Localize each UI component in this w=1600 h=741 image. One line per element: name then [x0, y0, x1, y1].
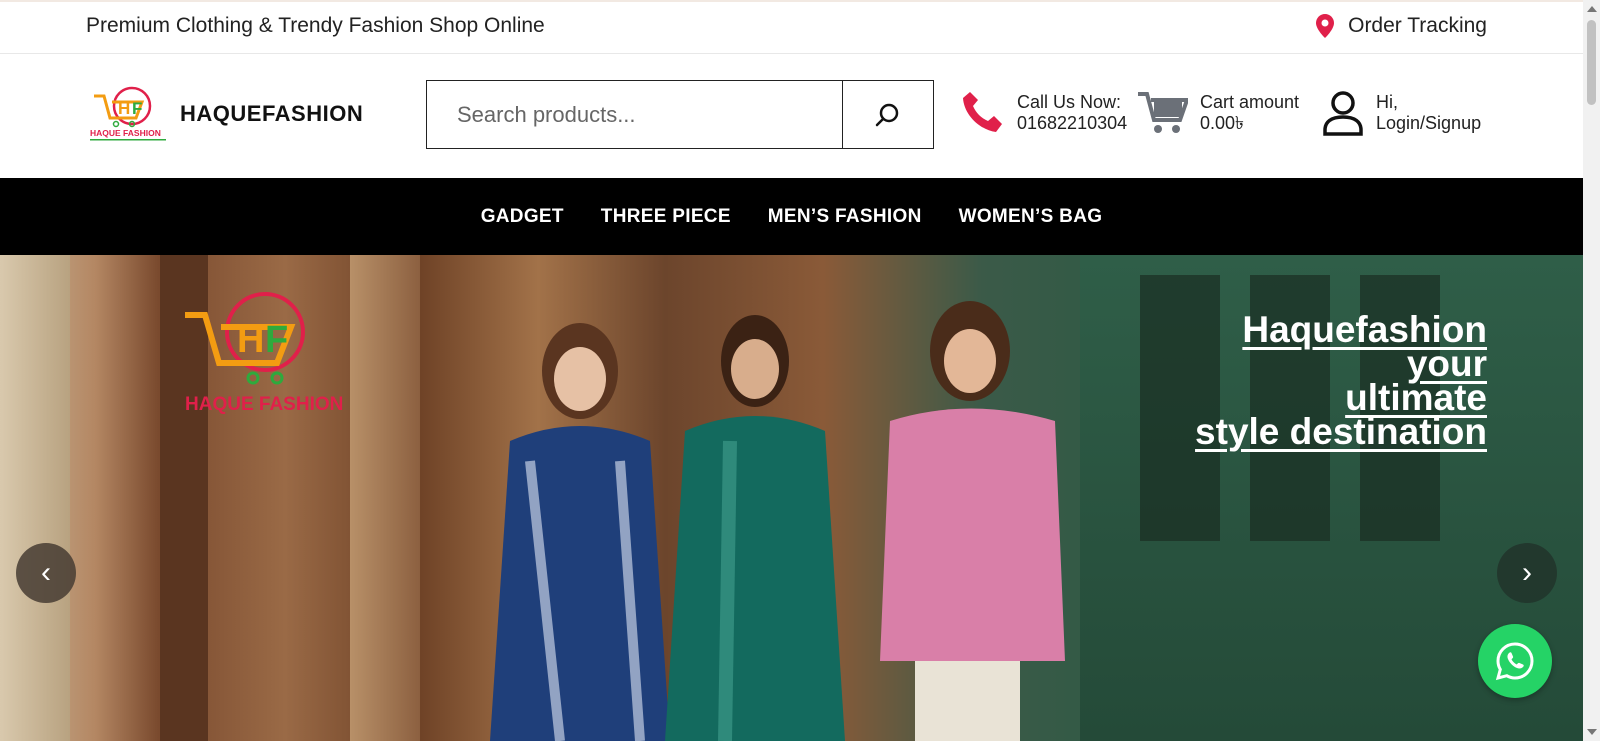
svg-text:H: H — [237, 319, 264, 361]
cart-amount: 0.00৳ — [1200, 113, 1244, 133]
hero-slider: H F HAQUE FASHION Haquefashion your ulti… — [0, 255, 1583, 741]
whatsapp-button[interactable] — [1478, 624, 1552, 698]
hero-headline-line: ultimate — [1345, 377, 1487, 418]
map-pin-icon — [1316, 14, 1335, 38]
call-us[interactable]: Call Us Now: 01682210304 — [960, 90, 1127, 135]
brand-name[interactable]: HAQUEFASHION — [180, 101, 363, 127]
model-figure-pink — [880, 301, 1065, 741]
cart-icon — [1138, 92, 1188, 133]
cart-label: Cart amount — [1200, 92, 1300, 112]
call-label: Call Us Now: — [1017, 91, 1122, 112]
hero-headline: Haquefashion your ultimate style destina… — [1195, 309, 1487, 452]
svg-text:F: F — [265, 319, 288, 361]
svg-text:F: F — [132, 99, 142, 118]
search-button[interactable] — [842, 81, 933, 148]
login-label: Login/Signup — [1376, 113, 1482, 133]
scroll-down-arrow-icon[interactable] — [1587, 729, 1597, 735]
search-icon — [875, 103, 899, 126]
user-icon — [1323, 91, 1363, 136]
call-number: 01682210304 — [1017, 112, 1128, 133]
pillar — [350, 255, 420, 741]
main-nav: GADGET THREE PIECE MEN’S FASHION WOMEN’S… — [0, 178, 1583, 255]
slider-prev-button[interactable]: ‹ — [16, 543, 76, 603]
header: H F HAQUE FASHION HAQUEFASHION Call Us N… — [0, 54, 1583, 178]
order-tracking-link[interactable]: Order Tracking — [1316, 14, 1487, 38]
hero-headline-line: your — [1406, 343, 1487, 384]
scrollbar-thumb[interactable] — [1587, 20, 1596, 105]
search-input[interactable] — [427, 81, 842, 148]
cart-summary[interactable]: Cart amount 0.00৳ — [1138, 90, 1299, 136]
hero-logo: H F HAQUE FASHION — [185, 292, 343, 415]
top-bar: Premium Clothing & Trendy Fashion Shop O… — [0, 0, 1583, 54]
hero-logo-text: HAQUE FASHION — [185, 394, 343, 415]
tagline: Premium Clothing & Trendy Fashion Shop O… — [86, 14, 545, 37]
slider-next-button[interactable]: › — [1497, 543, 1557, 603]
search-bar — [426, 80, 934, 149]
whatsapp-icon — [1495, 642, 1534, 681]
chevron-right-icon: › — [1522, 556, 1532, 589]
pillar — [0, 255, 70, 741]
model-figure-green — [665, 315, 845, 741]
page-scrollbar[interactable] — [1583, 0, 1600, 741]
scroll-up-arrow-icon[interactable] — [1587, 6, 1597, 12]
login-greeting: Hi, — [1376, 92, 1398, 112]
order-tracking-label: Order Tracking — [1348, 14, 1487, 37]
logo-text: HAQUE FASHION — [90, 128, 161, 138]
nav-item-mens-fashion[interactable]: MEN’S FASHION — [768, 206, 922, 228]
hero-headline-line: style destination — [1195, 411, 1487, 452]
page: Premium Clothing & Trendy Fashion Shop O… — [0, 0, 1600, 741]
brand-logo[interactable]: H F HAQUE FASHION — [88, 84, 168, 144]
nav-item-womens-bag[interactable]: WOMEN’S BAG — [959, 206, 1103, 228]
phone-icon — [963, 92, 1002, 132]
login-signup[interactable]: Hi, Login/Signup — [1322, 90, 1481, 136]
hero-headline-line: Haquefashion — [1242, 309, 1487, 350]
chevron-left-icon: ‹ — [41, 556, 51, 589]
nav-item-gadget[interactable]: GADGET — [481, 206, 564, 228]
nav-item-three-piece[interactable]: THREE PIECE — [601, 206, 731, 228]
svg-text:H: H — [118, 99, 130, 118]
